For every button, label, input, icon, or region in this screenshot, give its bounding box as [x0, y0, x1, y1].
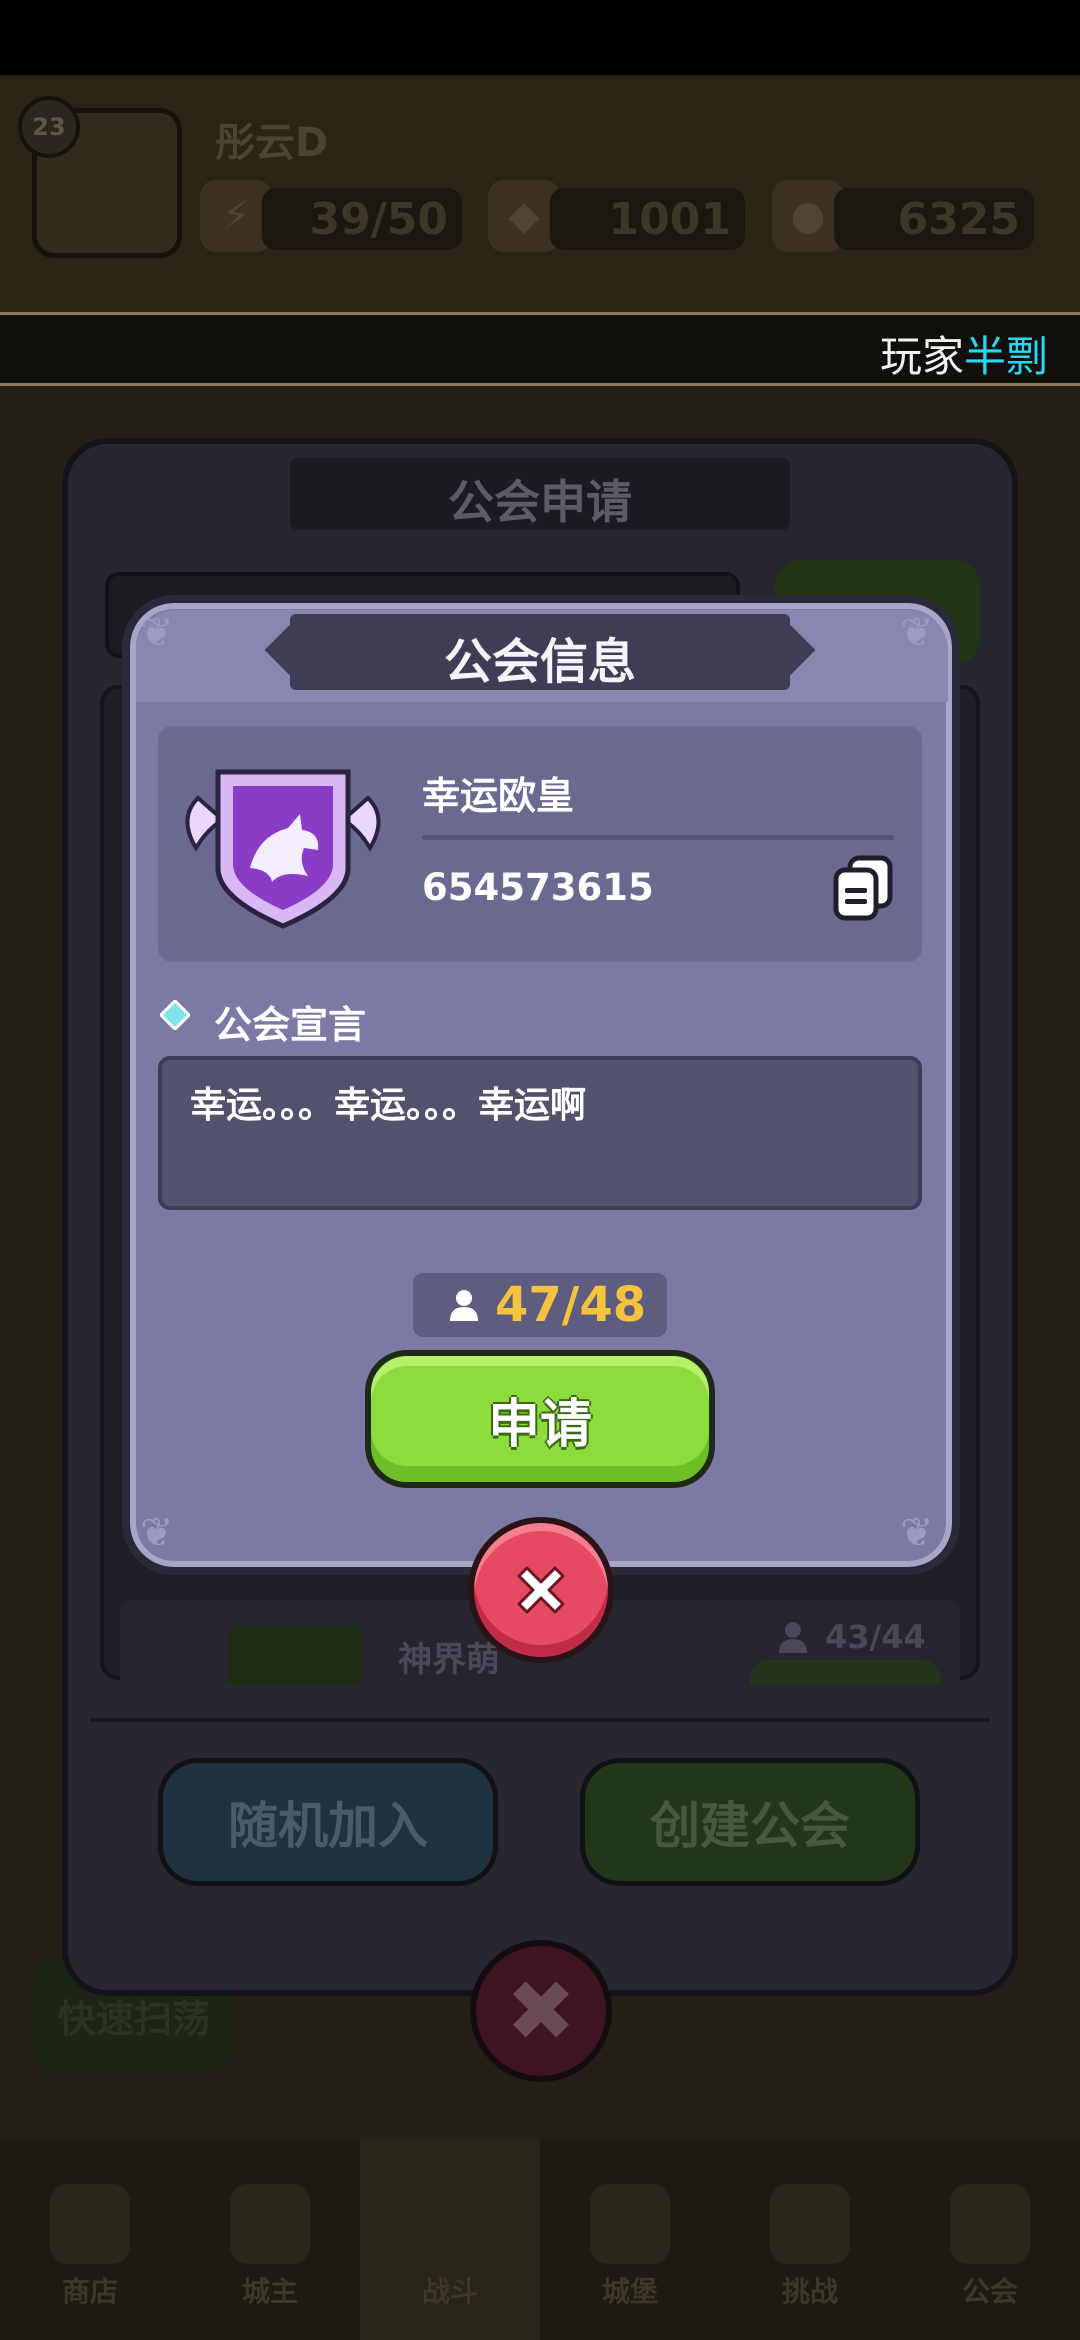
dragon-shield-emblem-icon	[185, 769, 381, 929]
nav-item-challenge: 挑战	[720, 2140, 900, 2340]
guild-emblem-icon	[228, 1625, 362, 1685]
user-icon	[450, 1290, 478, 1321]
create-guild-button: 创建公会	[580, 1758, 920, 1886]
energy-counter: 39/50	[262, 188, 462, 250]
castle-icon	[590, 2184, 670, 2264]
nav-item-lord: 城主	[180, 2140, 360, 2340]
player-name: 彤云D	[215, 120, 329, 166]
ticker-prefix: 玩家	[879, 332, 964, 381]
player-level-badge: 23	[18, 96, 80, 158]
manifesto-label: 公会宣言	[214, 1003, 367, 1047]
user-icon	[779, 1622, 807, 1653]
nav-item-castle: 城堡	[540, 2140, 720, 2340]
lord-icon	[230, 2184, 310, 2264]
guild-row-name: 神界萌	[398, 1640, 500, 1680]
close-button[interactable]	[468, 1517, 614, 1663]
copy-icon[interactable]	[832, 855, 894, 921]
gem-counter: 1001	[550, 188, 745, 250]
corner-ornament-icon: ❦	[900, 1510, 934, 1556]
swords-icon	[410, 2184, 490, 2264]
shop-icon	[50, 2184, 130, 2264]
panel-close-button: ✖	[470, 1940, 612, 2082]
guild-row-apply-button	[750, 1660, 940, 1685]
challenge-icon	[770, 2184, 850, 2264]
ticker-message: 玩家半剽	[880, 323, 1048, 384]
dialog-title: 公会信息	[443, 634, 636, 690]
nav-item-guild: 公会	[900, 2140, 1080, 2340]
nav-item-battle: 战斗	[360, 2140, 540, 2340]
ticker-player-name: 半剽	[963, 332, 1048, 381]
manifesto-text: 幸运。。。幸运。。。幸运啊	[190, 1085, 587, 1126]
diamond-bullet-icon	[160, 1000, 190, 1030]
apply-button[interactable]: 申请	[365, 1350, 715, 1488]
panel-title: 公会申请	[448, 475, 632, 529]
corner-ornament-icon: ❦	[140, 1510, 174, 1556]
guild-name: 幸运欧皇	[422, 774, 575, 818]
nav-label: 挑战	[781, 2275, 838, 2308]
gold-counter: 6325	[834, 188, 1034, 250]
bottom-navigation: 商店 城主 战斗 城堡 挑战 公会	[0, 2140, 1080, 2340]
random-join-button: 随机加入	[158, 1758, 498, 1886]
nav-label: 公会	[961, 2275, 1018, 2308]
guild-name-divider	[422, 835, 894, 840]
member-count: 47/48	[495, 1277, 647, 1333]
nav-label: 城堡	[601, 2275, 658, 2308]
nav-item-shop: 商店	[0, 2140, 180, 2340]
status-bar	[0, 0, 1080, 75]
nav-label: 战斗	[421, 2275, 478, 2308]
close-icon	[517, 1566, 565, 1614]
nav-label: 商店	[61, 2275, 118, 2308]
panel-divider	[90, 1718, 990, 1722]
guild-id: 654573615	[422, 866, 654, 909]
guild-row-members: 43/44	[825, 1618, 926, 1656]
guild-icon	[950, 2184, 1030, 2264]
nav-label: 城主	[241, 2275, 298, 2308]
